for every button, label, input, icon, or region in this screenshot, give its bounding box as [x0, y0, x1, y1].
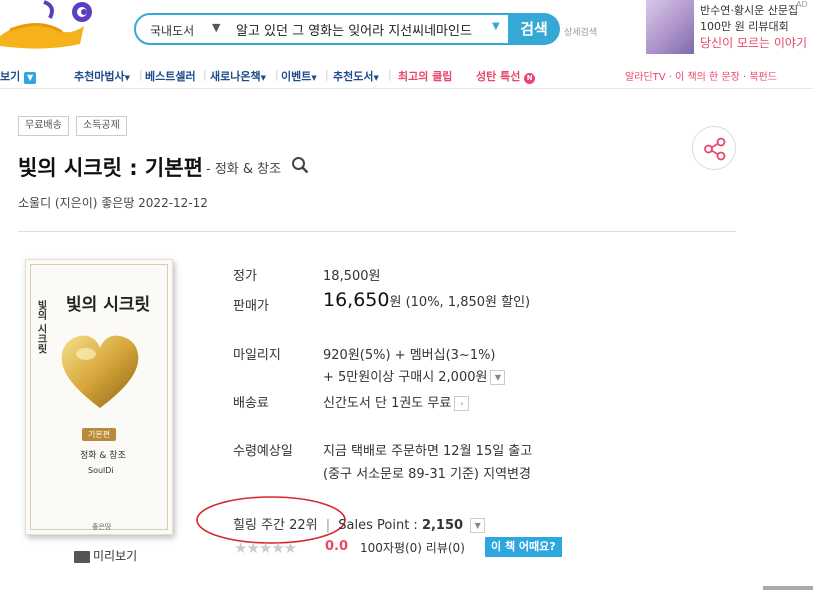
sale-price-label: 판매가	[233, 299, 269, 314]
review-counts[interactable]: 100자평(0) 리뷰(0)	[360, 539, 465, 556]
cover-vertical-title: 빛의 시크릿	[35, 300, 46, 354]
new-badge-icon: N	[524, 73, 536, 84]
nav-item-new-books[interactable]: 새로나온책▼	[210, 68, 266, 84]
chevron-down-icon[interactable]: ▼	[212, 21, 220, 34]
aladin-lamp-logo[interactable]	[0, 0, 100, 50]
search-input[interactable]: 알고 있던 그 영화는 잊어라 지선씨네마인드	[236, 20, 472, 39]
nav-item-bestseller[interactable]: 베스트셀러	[145, 68, 196, 84]
shipping-value: 신간도서 단 1권도 무료 ›	[323, 392, 470, 411]
nav-item-events[interactable]: 이벤트▼	[281, 68, 317, 84]
tax-deduction-tag: 소득공제	[76, 116, 127, 136]
nav-right-links[interactable]: 알라딘TV · 이 책의 한 문장 · 북펀드	[625, 68, 777, 83]
nav-item-best-clip[interactable]: 최고의 클립	[398, 68, 452, 84]
sales-rank-row: 힐링 주간 22위 | Sales Point : 2,150 ▼	[233, 514, 486, 533]
sale-price-unit: 원	[389, 295, 402, 310]
sales-point-value: 2,150	[421, 518, 464, 533]
shipping-info-icon[interactable]: ›	[454, 396, 470, 411]
nav-item-recommended-books[interactable]: 추천도서▼	[333, 68, 379, 84]
share-button[interactable]	[692, 126, 736, 170]
main-nav: 보기 ▼ 추천마법사▼ | 베스트셀러 | 새로나온책▼ | 이벤트▼ | 추천…	[0, 62, 813, 89]
nav-item-recommend-wizard[interactable]: 추천마법사▼	[74, 68, 130, 84]
ad-line-2[interactable]: 100만 원 리뷰대회	[700, 18, 789, 34]
nav-item-christmas-special[interactable]: 성탄 특선 N	[476, 68, 536, 84]
eta-label: 수령예상일	[233, 444, 293, 459]
how-is-this-book-button[interactable]: 이 책 어때요?	[485, 537, 562, 557]
search-category-select[interactable]: 국내도서	[150, 22, 194, 39]
book-subtitle: - 정화 & 창조	[206, 162, 282, 177]
weekly-rank[interactable]: 힐링 주간 22위	[233, 518, 318, 533]
search-bar: 국내도서 ▼ 알고 있던 그 영화는 잊어라 지선씨네마인드 ▼ 검색	[134, 13, 560, 45]
sale-price-value: 16,650	[323, 289, 390, 311]
list-price-value: 18,500원	[323, 269, 381, 284]
search-icon[interactable]	[291, 156, 309, 174]
book-preview-icon	[74, 550, 90, 563]
cover-title: 빛의 시크릿	[66, 295, 151, 315]
mileage-label: 마일리지	[233, 348, 281, 363]
cover-edition-badge: 기본편	[82, 428, 117, 441]
search-button[interactable]: 검색	[508, 13, 560, 45]
cover-subtitle: 정화 & 창조	[80, 451, 126, 461]
author-publisher-date[interactable]: 소울디 (지은이) 좋은땅 2022-12-12	[18, 194, 208, 211]
cover-author: SoulDi	[88, 466, 114, 475]
golden-heart-image	[61, 335, 139, 408]
eta-line-2[interactable]: (중구 서소문로 89-31 기준) 지역변경	[323, 463, 531, 482]
rating-value: 0.0	[325, 539, 349, 554]
search-dropdown-icon[interactable]: ▼	[492, 21, 500, 32]
free-shipping-tag: 무료배송	[18, 116, 69, 136]
book-cover[interactable]: 빛의 시크릿 빛의 시크릿 기본편 정화 & 창조 SoulDi 좋은땅	[25, 259, 173, 535]
view-toggle-icon[interactable]: ▼	[24, 72, 37, 84]
mileage-line-2: + 5만원이상 구매시 2,000원 ▼	[323, 366, 506, 385]
sale-discount: (10%, 1,850원 할인)	[405, 295, 531, 310]
mileage-line-1: 920원(5%) + 멤버십(3~1%)	[323, 348, 496, 363]
ad-line-3[interactable]: 당신이 모르는 이야기	[700, 34, 807, 51]
sales-point-dropdown-icon[interactable]: ▼	[470, 518, 486, 533]
star-rating-icon: ★★★★★	[234, 539, 297, 557]
ad-badge: AD	[796, 0, 808, 9]
nav-item-view[interactable]: 보기 ▼	[0, 68, 37, 84]
divider	[18, 231, 736, 232]
mileage-dropdown-icon[interactable]: ▼	[490, 370, 506, 385]
scrollbar[interactable]	[763, 586, 813, 590]
sale-price-row: 16,650원 (10%, 1,850원 할인)	[323, 289, 530, 311]
preview-button[interactable]: 미리보기	[74, 547, 137, 564]
shipping-label: 배송료	[233, 396, 269, 411]
detail-search-link[interactable]: 상세검색	[564, 25, 597, 38]
list-price-label: 정가	[233, 269, 257, 284]
ad-thumbnail[interactable]	[646, 0, 694, 54]
sales-point-label: Sales Point :	[338, 518, 418, 533]
eta-line-1: 지금 택배로 주문하면 12월 15일 출고	[323, 444, 533, 459]
book-title: 빛의 시크릿 : 기본편	[18, 156, 203, 180]
share-icon	[704, 137, 726, 161]
cover-publisher: 좋은땅	[92, 523, 112, 531]
ad-line-1[interactable]: 반수연·황시운 산문집	[700, 2, 798, 18]
